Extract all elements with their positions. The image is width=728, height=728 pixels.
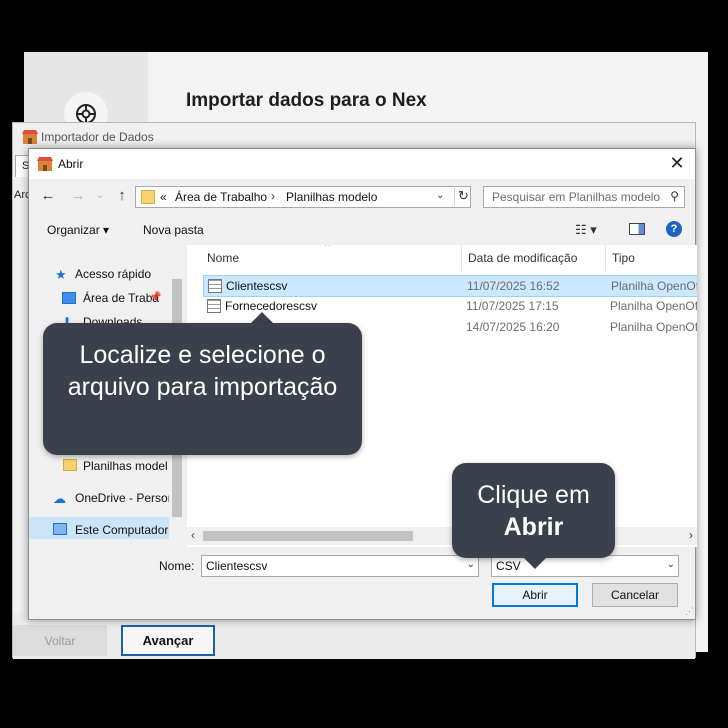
close-icon[interactable]: ✕ xyxy=(667,153,687,173)
file-type: Planilha OpenOf xyxy=(610,299,697,313)
file-type: Planilha OpenOf xyxy=(610,320,697,334)
tooltip-click-open: Clique em Abrir xyxy=(452,463,615,558)
file-date: 14/07/2025 16:20 xyxy=(466,320,560,334)
nav-item-onedrive[interactable]: OneDrive - Persor xyxy=(75,491,172,505)
forward-arrow-icon[interactable]: → xyxy=(69,187,87,205)
new-folder-button[interactable]: Nova pasta xyxy=(143,223,204,237)
tooltip-arrow xyxy=(523,557,547,569)
back-arrow-icon[interactable]: ← xyxy=(39,187,57,205)
tooltip-click-prefix: Clique em xyxy=(477,481,590,509)
store-icon xyxy=(22,129,38,150)
scroll-left-icon[interactable]: ‹ xyxy=(191,528,195,542)
cloud-icon: ☁ xyxy=(53,491,66,506)
scroll-right-icon[interactable]: › xyxy=(689,528,693,542)
nav-item-quick-access[interactable]: Acesso rápido xyxy=(75,267,151,281)
file-date: 11/07/2025 17:15 xyxy=(466,299,559,313)
preview-pane-icon[interactable] xyxy=(629,223,645,235)
file-name: Clientescsv xyxy=(226,279,288,293)
screen: Importar dados para o Nex Importador de … xyxy=(0,0,728,728)
dialog-toolbar: Organizar ▾ Nova pasta ☷ ▾ ? xyxy=(29,215,695,245)
refresh-icon[interactable]: ↻ xyxy=(454,188,472,206)
column-separator xyxy=(605,245,606,271)
store-icon xyxy=(37,156,53,177)
navigation-bar: ← → ⌄ ↑ « Área de Trabalho › Planilhas m… xyxy=(29,179,695,215)
cancel-button[interactable]: Cancelar xyxy=(592,583,678,607)
file-type-value: CSV xyxy=(496,559,521,573)
address-overflow[interactable]: « xyxy=(160,190,167,204)
resize-grip-icon[interactable]: ⋰ xyxy=(685,606,694,617)
nav-item-desktop[interactable]: Área de Traba xyxy=(83,291,159,305)
computer-icon xyxy=(53,523,67,535)
nav-item-this-pc[interactable]: Este Computador xyxy=(75,523,168,537)
file-name-label: Nome: xyxy=(159,559,195,573)
column-date[interactable]: Data de modificação xyxy=(468,251,577,265)
dialog-title: Abrir xyxy=(58,157,84,171)
folder-icon xyxy=(141,190,155,204)
chevron-down-icon[interactable]: ⌄ xyxy=(467,559,475,570)
search-placeholder: Pesquisar em Planilhas modelo xyxy=(492,190,661,204)
folder-icon xyxy=(63,459,77,471)
search-icon: ⚲ xyxy=(670,189,679,203)
column-separator xyxy=(461,245,462,271)
file-row[interactable]: Clientescsv 11/07/2025 16:52 Planilha Op… xyxy=(203,275,697,297)
sort-ascending-icon: ^ xyxy=(325,245,330,252)
nav-item-planilhas[interactable]: Planilhas model xyxy=(83,459,168,473)
file-name-input[interactable]: Clientescsv ⌄ xyxy=(201,555,479,577)
search-input[interactable]: Pesquisar em Planilhas modelo ⚲ xyxy=(483,186,685,208)
open-button[interactable]: Abrir xyxy=(492,583,578,607)
tooltip-click-bold: Abrir xyxy=(503,513,564,541)
breadcrumb-desktop[interactable]: Área de Trabalho xyxy=(175,190,267,204)
star-icon: ★ xyxy=(55,267,67,282)
horizontal-scroll-thumb[interactable] xyxy=(203,531,413,541)
tooltip-locate-file: Localize e selecione o arquivo para impo… xyxy=(43,323,362,455)
address-dropdown-icon[interactable]: ⌄ xyxy=(436,190,444,201)
back-button[interactable]: Voltar xyxy=(13,625,107,656)
view-options-icon[interactable]: ☷ ▾ xyxy=(575,222,597,238)
spreadsheet-icon xyxy=(208,279,222,293)
column-type[interactable]: Tipo xyxy=(612,251,635,265)
chevron-down-icon[interactable]: ⌄ xyxy=(667,559,675,570)
file-type: Planilha OpenOf xyxy=(611,279,697,293)
file-type-select[interactable]: CSV ⌄ xyxy=(491,555,679,577)
desktop-icon xyxy=(62,292,76,304)
horizontal-scrollbar[interactable]: ‹ › xyxy=(187,527,697,545)
dialog-titlebar: Abrir ✕ xyxy=(29,149,695,179)
importer-title: Importador de Dados xyxy=(41,130,154,144)
file-date: 11/07/2025 16:52 xyxy=(467,279,560,293)
column-name[interactable]: Nome xyxy=(207,251,239,265)
history-dropdown-icon[interactable]: ⌄ xyxy=(91,187,109,205)
next-button[interactable]: Avançar xyxy=(121,625,215,656)
pin-icon: 📌 xyxy=(149,292,162,303)
up-arrow-icon[interactable]: ↑ xyxy=(113,187,131,205)
breadcrumb-separator-icon: › xyxy=(271,189,275,203)
organize-menu[interactable]: Organizar ▾ xyxy=(47,223,109,237)
breadcrumb-folder[interactable]: Planilhas modelo xyxy=(286,190,377,204)
background-page-title: Importar dados para o Nex xyxy=(186,90,427,111)
address-bar[interactable]: « Área de Trabalho › Planilhas modelo ⌄ … xyxy=(135,186,471,208)
file-name-value: Clientescsv xyxy=(206,559,268,573)
help-icon[interactable]: ? xyxy=(666,221,682,237)
file-row[interactable]: Fornecedorescsv 11/07/2025 17:15 Planilh… xyxy=(203,296,697,318)
spreadsheet-icon xyxy=(207,299,221,313)
file-name: Fornecedorescsv xyxy=(225,299,318,313)
